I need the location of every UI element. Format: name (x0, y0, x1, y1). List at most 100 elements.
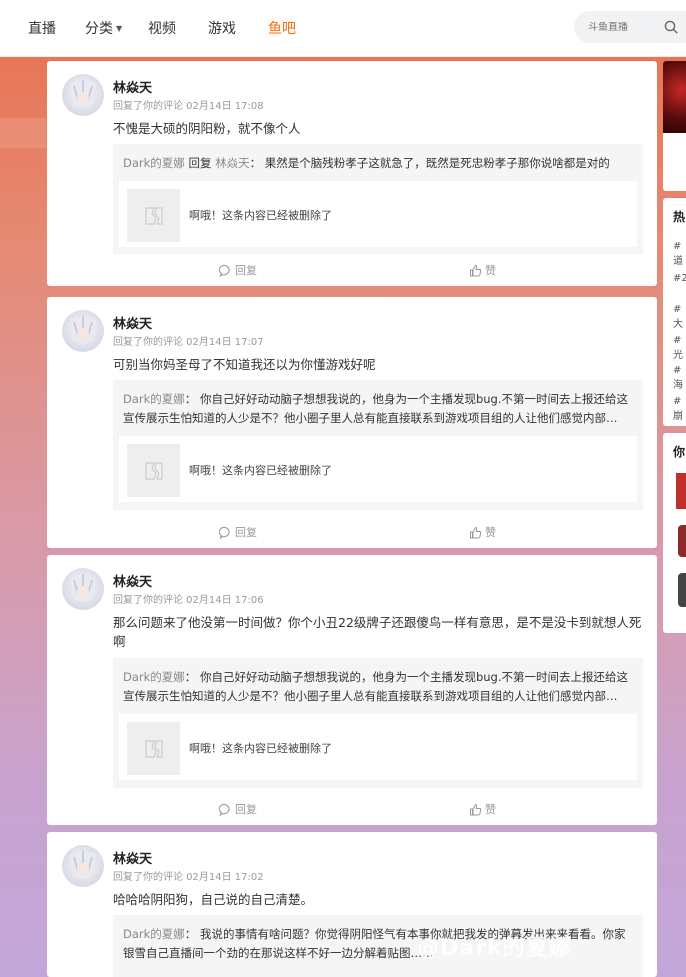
reply-button[interactable]: 回复 (219, 801, 257, 817)
avatar[interactable] (62, 310, 104, 352)
nav-games-label: 游戏 (208, 21, 236, 37)
hot-tag[interactable]: #大 (673, 304, 686, 330)
deleted-content-box: 啊哦！这条内容已经被删除了 (119, 436, 637, 502)
reply-label: 回复 (235, 803, 257, 816)
like-label: 赞 (485, 264, 496, 277)
comment-card: 林焱天 回复了你的评论 02月14日 17:07 可别当你妈圣母了不知道我还以为… (47, 297, 657, 548)
avatar-image (70, 574, 96, 602)
nav-video-label: 视频 (148, 21, 176, 37)
reply-icon (219, 526, 230, 539)
deleted-content-box: 啊哦！这条内容已经被删除了 (119, 714, 637, 780)
hot-tag[interactable]: #崩 (673, 396, 686, 422)
username[interactable]: 林焱天 (113, 77, 152, 96)
left-highlight-strip (0, 118, 46, 148)
sidebar-banner[interactable] (663, 61, 686, 191)
hot-heading: 热 (673, 210, 686, 224)
avatar-image (70, 316, 96, 344)
broken-image-icon (127, 722, 180, 775)
username[interactable]: 林焱天 (113, 848, 152, 867)
recommend-heading: 你 (673, 445, 686, 459)
like-button[interactable]: 赞 (469, 801, 496, 817)
hot-tag[interactable]: #海 (673, 365, 686, 391)
comment-text: 可别当你妈圣母了不知道我还以为你懂游戏好呢 (113, 357, 376, 372)
sidebar-hot-panel: 热 #道 #2 #大 #光 #海 #崩 (663, 198, 686, 426)
reply-button[interactable]: 回复 (219, 524, 257, 540)
like-label: 赞 (485, 526, 496, 539)
nav-live[interactable]: 直播 (28, 18, 56, 38)
comment-meta: 回复了你的评论 02月14日 17:02 (113, 872, 264, 883)
nav-video[interactable]: 视频 (148, 18, 176, 38)
search-input[interactable] (588, 21, 658, 33)
avatar-image (70, 851, 96, 879)
username[interactable]: 林焱天 (113, 571, 152, 590)
comment-actions: 回复 赞 (47, 518, 657, 548)
top-nav-bar: 直播 分类 ▼ 视频 游戏 鱼吧 (0, 0, 686, 57)
nav-games[interactable]: 游戏 (208, 18, 236, 38)
comment-actions: 回复 赞 (47, 256, 657, 286)
reply-label: 回复 (235, 526, 257, 539)
comment-text: 哈哈哈阴阳狗，自己说的自己清楚。 (113, 892, 314, 907)
comment-card: 林焱天 回复了你的评论 02月14日 17:08 不愧是大硕的阴阳粉，就不像个人… (47, 61, 657, 286)
broken-image-icon (127, 189, 180, 242)
hot-tag[interactable]: #道 (673, 241, 686, 267)
comment-text: 不愧是大硕的阴阳粉，就不像个人 (113, 121, 301, 136)
nav-yuba-label: 鱼吧 (268, 21, 296, 37)
deleted-content-box: 啊哦！这条内容已经被删除了 (119, 181, 637, 247)
like-label: 赞 (485, 803, 496, 816)
avatar[interactable] (62, 845, 104, 887)
comment-text: 那么问题来了他没第一时间做？你个小丑22级牌子还跟傻鸟一样有意思，是不是没卡到就… (113, 615, 642, 649)
recommend-thumb[interactable] (678, 573, 686, 607)
hot-tag[interactable]: #光 (673, 335, 686, 361)
deleted-notice: 啊哦！这条内容已经被删除了 (189, 464, 332, 477)
hot-tag[interactable]: #2 (673, 273, 686, 284)
search-icon[interactable] (664, 20, 678, 34)
reply-button[interactable]: 回复 (219, 262, 257, 278)
reply-icon (219, 803, 230, 816)
nav-category[interactable]: 分类 ▼ (85, 18, 122, 38)
quote-text-line: Dark的夏娜： 你自己好好动动脑子想想我说的，他身为一个主播发现bug.不第一… (123, 668, 633, 706)
reply-icon (219, 264, 230, 277)
nav-category-label: 分类 (85, 21, 113, 37)
quote-user[interactable]: Dark的夏娜 (123, 392, 185, 406)
comment-meta: 回复了你的评论 02月14日 17:07 (113, 337, 264, 348)
broken-image-icon (127, 444, 180, 497)
comment-meta: 回复了你的评论 02月14日 17:08 (113, 101, 264, 112)
quote-target-user[interactable]: 林焱天 (215, 156, 250, 170)
quoted-comment: Dark的夏娜： 你自己好好动动脑子想想我说的，他身为一个主播发现bug.不第一… (113, 380, 643, 510)
watermark: @Dark的夏娜 (417, 936, 572, 961)
quote-user[interactable]: Dark的夏娜 (123, 927, 185, 941)
search-box (574, 11, 686, 43)
avatar-image (70, 80, 96, 108)
comment-card: 林焱天 回复了你的评论 02月14日 17:06 那么问题来了他没第一时间做？你… (47, 555, 657, 825)
avatar[interactable] (62, 568, 104, 610)
quote-content: ： 你自己好好动动脑子想想我说的，他身为一个主播发现bug.不第一时间去上报还给… (123, 392, 628, 425)
like-button[interactable]: 赞 (469, 524, 496, 540)
thumbs-up-icon (470, 803, 482, 815)
thumbs-up-icon (470, 264, 482, 276)
recommend-thumb[interactable] (676, 473, 686, 509)
quote-text-line: Dark的夏娜： 你自己好好动动脑子想想我说的，他身为一个主播发现bug.不第一… (123, 390, 633, 428)
deleted-notice: 啊哦！这条内容已经被删除了 (189, 209, 332, 222)
comment-actions: 回复 赞 (47, 795, 657, 825)
avatar[interactable] (62, 74, 104, 116)
caret-down-icon: ▼ (116, 23, 123, 33)
quote-reply-word: 回复 (184, 156, 216, 170)
like-button[interactable]: 赞 (469, 262, 496, 278)
quote-text-line: Dark的夏娜 回复 林焱天： 果然是个脑残粉孝子这就急了，既然是死忠粉孝子那你… (123, 154, 633, 173)
recommend-thumb[interactable] (678, 525, 686, 557)
quote-content: ： 你自己好好动动脑子想想我说的，他身为一个主播发现bug.不第一时间去上报还给… (123, 670, 628, 703)
deleted-notice: 啊哦！这条内容已经被删除了 (189, 742, 332, 755)
quoted-comment: Dark的夏娜： 你自己好好动动脑子想想我说的，他身为一个主播发现bug.不第一… (113, 658, 643, 788)
nav-live-label: 直播 (28, 21, 56, 37)
banner-image (663, 61, 686, 133)
comment-meta: 回复了你的评论 02月14日 17:06 (113, 595, 264, 606)
quote-user[interactable]: Dark的夏娜 (123, 156, 185, 170)
reply-label: 回复 (235, 264, 257, 277)
sidebar-recommend-panel: 你 (663, 433, 686, 633)
quoted-comment: Dark的夏娜 回复 林焱天： 果然是个脑残粉孝子这就急了，既然是死忠粉孝子那你… (113, 144, 643, 254)
nav-yuba[interactable]: 鱼吧 (268, 18, 296, 38)
thumbs-up-icon (470, 526, 482, 538)
quote-content: ： 果然是个脑残粉孝子这就急了，既然是死忠粉孝子那你说啥都是对的 (249, 156, 610, 170)
username[interactable]: 林焱天 (113, 313, 152, 332)
quote-user[interactable]: Dark的夏娜 (123, 670, 185, 684)
